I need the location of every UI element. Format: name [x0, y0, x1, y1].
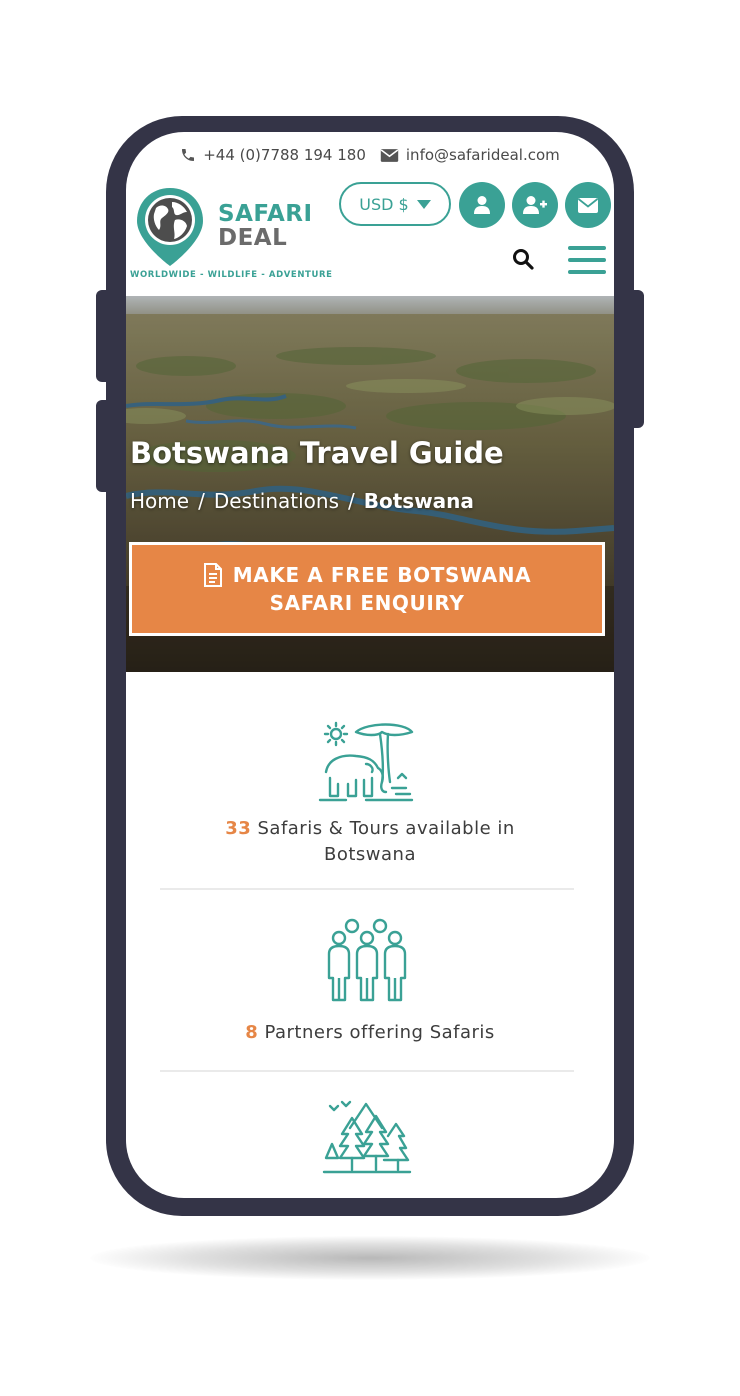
stat-safaris-country: Botswana	[324, 844, 416, 865]
envelope-icon	[380, 148, 399, 162]
document-icon	[203, 563, 222, 587]
enquiry-label-line1: MAKE A FREE BOTSWANA	[232, 563, 532, 587]
hero-banner: Botswana Travel Guide Home / Destinations /…	[126, 296, 614, 672]
logo-wordmark: SAFARI DEAL	[218, 202, 313, 250]
breadcrumb-home[interactable]: Home	[130, 489, 189, 513]
user-plus-icon	[523, 196, 547, 214]
people-icon	[327, 918, 407, 1002]
breadcrumb: Home / Destinations / Botswana	[130, 489, 474, 513]
stat-divider	[160, 888, 574, 890]
phone-link[interactable]: +44 (0)7788 194 180	[180, 146, 366, 164]
currency-selector[interactable]: USD $	[339, 182, 451, 226]
caret-down-icon	[416, 199, 431, 209]
phone-number: +44 (0)7788 194 180	[203, 146, 366, 164]
register-button[interactable]	[512, 182, 558, 228]
search-icon[interactable]	[512, 248, 534, 270]
currency-value: USD $	[359, 194, 409, 214]
user-icon	[474, 196, 490, 214]
forest-icon	[322, 1100, 412, 1174]
phone-icon	[182, 149, 195, 161]
stat-partners: 8 Partners offering Safaris	[126, 1020, 614, 1046]
phone-screen: +44 (0)7788 194 180 info@safarideal.com …	[126, 132, 614, 1198]
contact-button[interactable]	[565, 182, 611, 228]
email-address: info@safarideal.com	[405, 146, 560, 164]
logo-line-deal: DEAL	[218, 225, 288, 251]
device-shadow	[90, 1236, 650, 1280]
stat-safaris-text: Safaris & Tours available in	[257, 818, 515, 839]
hamburger-menu-icon[interactable]	[568, 246, 606, 274]
stat-partners-text: Partners offering Safaris	[264, 1022, 495, 1043]
logo-tagline: WORLDWIDE - WILDLIFE - ADVENTURE	[130, 270, 333, 280]
breadcrumb-separator: /	[348, 489, 355, 513]
globe-pin-icon	[137, 188, 203, 266]
stat-divider	[160, 1070, 574, 1072]
enquiry-button[interactable]: MAKE A FREE BOTSWANA SAFARI ENQUIRY	[129, 542, 605, 636]
stat-partners-count: 8	[245, 1022, 259, 1043]
mail-icon	[578, 197, 598, 213]
site-logo[interactable]: SAFARI DEAL WORLDWIDE - WILDLIFE - ADVEN…	[130, 184, 332, 284]
enquiry-label-line2: SAFARI ENQUIRY	[269, 591, 465, 615]
elephant-icon	[318, 721, 414, 802]
stat-safaris-count: 33	[225, 818, 252, 839]
logo-line-safari: SAFARI	[218, 201, 313, 227]
page-title: Botswana Travel Guide	[130, 436, 504, 470]
stat-safaris: 33 Safaris & Tours available in Botswana	[126, 816, 614, 868]
account-button[interactable]	[459, 182, 505, 228]
breadcrumb-destinations[interactable]: Destinations	[214, 489, 339, 513]
breadcrumb-separator: /	[198, 489, 205, 513]
breadcrumb-current: Botswana	[363, 489, 474, 513]
contact-bar: +44 (0)7788 194 180 info@safarideal.com	[126, 144, 614, 166]
email-link[interactable]: info@safarideal.com	[380, 146, 560, 164]
